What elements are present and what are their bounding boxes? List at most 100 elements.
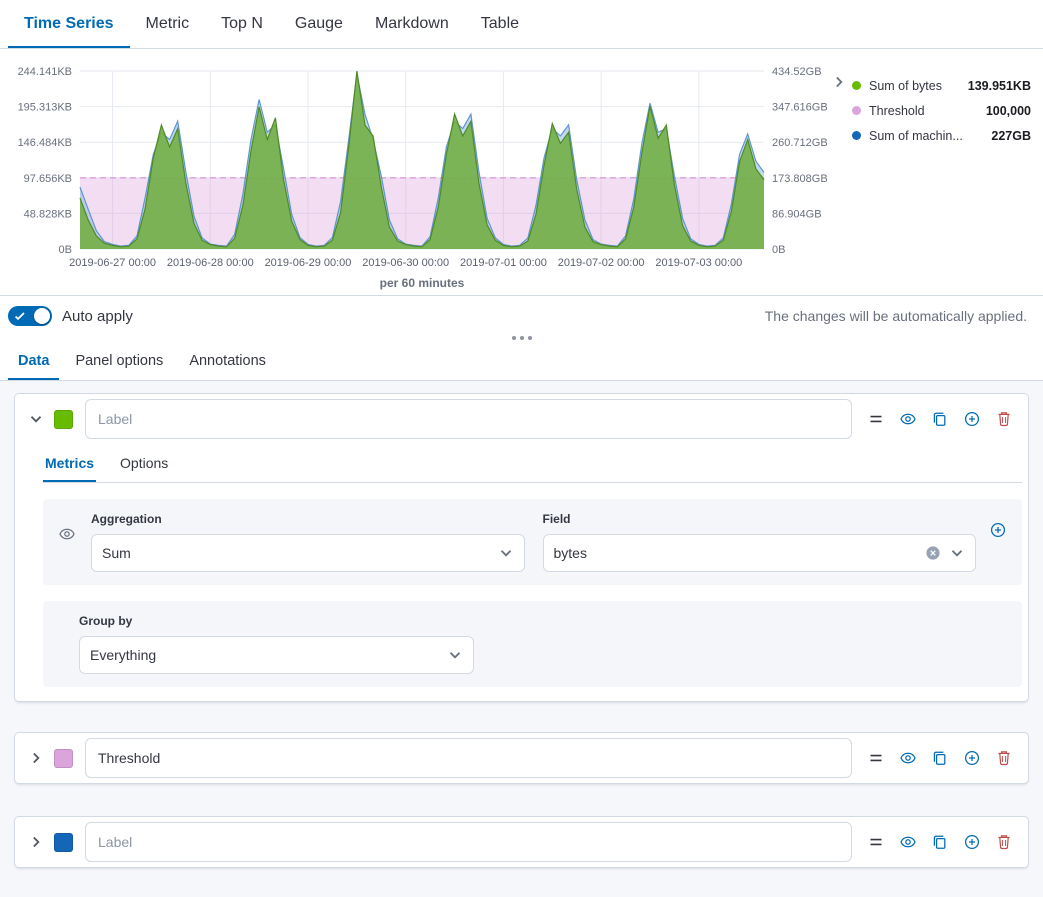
plus-circle-icon	[964, 411, 980, 427]
group-by-label: Group by	[79, 614, 474, 628]
copy-icon	[932, 411, 948, 427]
legend-item[interactable]: Sum of bytes 139.951KB	[852, 73, 1031, 98]
time-series-chart[interactable]: 0B0B48.828KB86.904GB97.656KB173.808GB146…	[2, 55, 830, 295]
tab-metric[interactable]: Metric	[130, 0, 206, 48]
chart-legend: Sum of bytes 139.951KB Threshold 100,000…	[830, 55, 1037, 295]
tab-time-series[interactable]: Time Series	[8, 0, 130, 48]
clone-series-button[interactable]	[932, 411, 948, 427]
tab-options[interactable]: Options	[118, 444, 170, 482]
chevron-down-icon	[498, 545, 514, 561]
add-series-button[interactable]	[964, 750, 980, 766]
metric-fields: Aggregation Sum Field bytes	[91, 512, 976, 572]
chevron-right-icon	[28, 750, 44, 766]
svg-text:2019-06-29 00:00: 2019-06-29 00:00	[265, 257, 352, 269]
metric-visibility-button[interactable]	[59, 526, 75, 542]
tab-top-n[interactable]: Top N	[205, 0, 279, 48]
toggle-series-visibility-button[interactable]	[900, 750, 916, 766]
toggle-series-visibility-button[interactable]	[900, 411, 916, 427]
legend-value: 139.951KB	[968, 79, 1031, 93]
add-metric-button[interactable]	[990, 522, 1006, 538]
group-by-select[interactable]: Everything	[79, 636, 474, 674]
drag-handle-icon[interactable]	[868, 411, 884, 427]
plus-circle-icon	[990, 522, 1006, 538]
field-select[interactable]: bytes	[543, 534, 977, 572]
tsvb-editor: { "top_tabs": { "items": [ { "label": "T…	[0, 0, 1043, 897]
clear-field-icon[interactable]	[925, 545, 941, 561]
auto-apply-toggle[interactable]	[8, 306, 52, 326]
toggle-thumb	[34, 308, 50, 324]
eye-icon	[900, 411, 916, 427]
series-expand-button[interactable]	[27, 833, 45, 851]
tab-panel-options[interactable]: Panel options	[65, 342, 173, 380]
series-expand-button[interactable]	[27, 749, 45, 767]
delete-series-button[interactable]	[996, 834, 1012, 850]
legend-color-dot	[852, 106, 861, 115]
legend-label: Sum of machin...	[869, 129, 963, 143]
tab-markdown[interactable]: Markdown	[359, 0, 465, 48]
legend-collapse-button[interactable]	[830, 73, 848, 91]
svg-text:434.52GB: 434.52GB	[772, 66, 822, 78]
svg-text:260.712GB: 260.712GB	[772, 137, 828, 149]
legend-color-dot	[852, 81, 861, 90]
copy-icon	[932, 834, 948, 850]
tab-data[interactable]: Data	[8, 342, 59, 380]
legend-label: Sum of bytes	[869, 79, 942, 93]
series-card-2	[14, 732, 1029, 784]
tab-metrics[interactable]: Metrics	[43, 444, 96, 482]
tab-table[interactable]: Table	[465, 0, 535, 48]
series-card-header	[15, 817, 1028, 867]
editor-tabs: Data Panel options Annotations	[0, 342, 1043, 381]
delete-series-button[interactable]	[996, 750, 1012, 766]
legend-item[interactable]: Sum of machin... 227GB	[852, 123, 1031, 148]
group-by-row: Group by Everything	[43, 601, 1022, 687]
series-actions	[868, 750, 1012, 766]
toggle-series-visibility-button[interactable]	[900, 834, 916, 850]
tab-gauge[interactable]: Gauge	[279, 0, 359, 48]
chevron-down-icon	[949, 545, 965, 561]
delete-series-button[interactable]	[996, 411, 1012, 427]
series-actions	[868, 834, 1012, 850]
aggregation-select[interactable]: Sum	[91, 534, 525, 572]
legend-value: 227GB	[991, 129, 1031, 143]
series-color-swatch[interactable]	[54, 410, 73, 429]
field-field: Field bytes	[543, 512, 977, 572]
panel-resize-handle[interactable]	[0, 330, 1043, 342]
drag-handle-icon[interactable]	[868, 834, 884, 850]
svg-text:347.616GB: 347.616GB	[772, 102, 828, 114]
svg-text:86.904GB: 86.904GB	[772, 208, 822, 220]
series-collapse-button[interactable]	[27, 410, 45, 428]
clone-series-button[interactable]	[932, 750, 948, 766]
svg-text:2019-07-02 00:00: 2019-07-02 00:00	[558, 257, 645, 269]
metric-row: Aggregation Sum Field bytes	[43, 499, 1022, 585]
svg-text:2019-07-01 00:00: 2019-07-01 00:00	[460, 257, 547, 269]
series-label-input[interactable]	[85, 822, 852, 862]
visualization-type-tabs: Time Series Metric Top N Gauge Markdown …	[0, 0, 1043, 49]
svg-text:per 60 minutes: per 60 minutes	[380, 276, 465, 290]
resize-dots-icon	[520, 336, 524, 340]
svg-text:2019-06-27 00:00: 2019-06-27 00:00	[69, 257, 156, 269]
svg-text:173.808GB: 173.808GB	[772, 173, 828, 185]
clone-series-button[interactable]	[932, 834, 948, 850]
svg-text:195.313KB: 195.313KB	[18, 102, 72, 114]
svg-text:97.656KB: 97.656KB	[24, 173, 72, 185]
series-label-input[interactable]	[85, 399, 852, 439]
add-series-button[interactable]	[964, 411, 980, 427]
plus-circle-icon	[964, 750, 980, 766]
aggregation-label: Aggregation	[91, 512, 525, 526]
plus-circle-icon	[964, 834, 980, 850]
series-color-swatch[interactable]	[54, 749, 73, 768]
svg-text:244.141KB: 244.141KB	[18, 66, 72, 78]
series-label-input[interactable]	[85, 738, 852, 778]
group-by-field: Group by Everything	[79, 614, 474, 674]
eye-icon	[900, 750, 916, 766]
series-color-swatch[interactable]	[54, 833, 73, 852]
chevron-right-icon	[28, 834, 44, 850]
drag-handle-icon[interactable]	[868, 750, 884, 766]
tab-annotations[interactable]: Annotations	[179, 342, 276, 380]
svg-text:48.828KB: 48.828KB	[24, 208, 72, 220]
add-series-button[interactable]	[964, 834, 980, 850]
series-card-header	[15, 733, 1028, 783]
chart-svg: 0B0B48.828KB86.904GB97.656KB173.808GB146…	[2, 55, 830, 291]
legend-item[interactable]: Threshold 100,000	[852, 98, 1031, 123]
chevron-down-icon	[447, 647, 463, 663]
